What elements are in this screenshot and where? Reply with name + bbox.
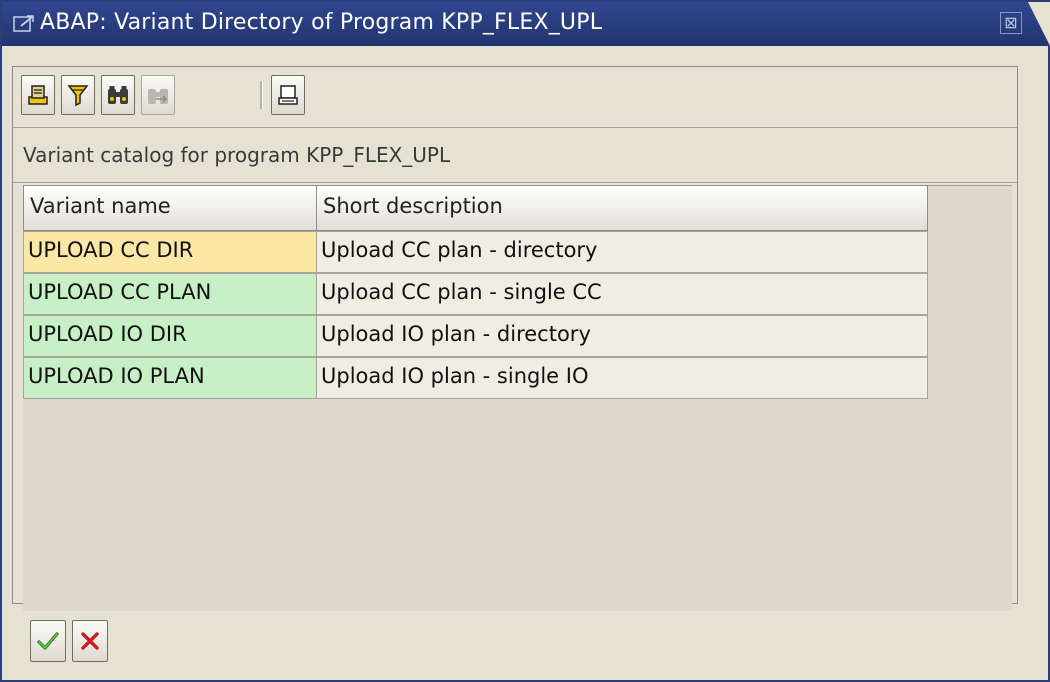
confirm-checkmark-icon <box>37 632 59 650</box>
dialog-window: ABAP: Variant Directory of Program KPP_F… <box>0 0 1050 682</box>
short-description-cell[interactable]: Upload IO plan - single IO <box>316 357 928 399</box>
header-filler <box>928 185 1012 231</box>
find-next-icon <box>148 89 168 104</box>
catalog-header: Variant catalog for program KPP_FLEX_UPL <box>13 128 1017 183</box>
dialog-footer <box>2 614 1048 680</box>
variant-name-cell[interactable]: UPLOAD IO PLAN <box>23 357 317 399</box>
variant-name-cell[interactable]: UPLOAD CC DIR <box>23 231 317 273</box>
cancel-x-icon <box>81 632 99 650</box>
close-icon[interactable]: ⊠ <box>1000 12 1022 34</box>
column-header-short-description[interactable]: Short description <box>316 185 928 231</box>
page-preview-icon <box>278 85 298 105</box>
filter-button[interactable] <box>61 75 95 115</box>
short-description-cell[interactable]: Upload IO plan - directory <box>316 315 928 357</box>
find-next-button[interactable] <box>141 75 175 115</box>
filter-icon <box>67 85 89 107</box>
cancel-button[interactable] <box>72 620 108 662</box>
variant-name-cell[interactable]: UPLOAD IO DIR <box>23 315 317 357</box>
window-menu-icon[interactable] <box>12 13 34 35</box>
window-title: ABAP: Variant Directory of Program KPP_F… <box>40 10 603 35</box>
find-icon <box>108 86 128 104</box>
variant-panel: Variant catalog for program KPP_FLEX_UPL… <box>12 66 1018 611</box>
page-preview-button[interactable] <box>271 75 305 115</box>
column-header-variant-name[interactable]: Variant name <box>23 185 317 231</box>
toolbar-separator <box>260 81 263 109</box>
title-bar: ABAP: Variant Directory of Program KPP_F… <box>2 2 1050 46</box>
toolbar <box>13 67 1017 128</box>
catalog-label: Variant catalog for program KPP_FLEX_UPL <box>23 143 451 167</box>
short-description-cell[interactable]: Upload CC plan - directory <box>316 231 928 273</box>
find-button[interactable] <box>101 75 135 115</box>
print-button[interactable] <box>21 75 55 115</box>
variant-name-cell[interactable]: UPLOAD CC PLAN <box>23 273 317 315</box>
confirm-button[interactable] <box>30 620 66 662</box>
short-description-cell[interactable]: Upload CC plan - single CC <box>316 273 928 315</box>
print-icon <box>28 85 48 105</box>
